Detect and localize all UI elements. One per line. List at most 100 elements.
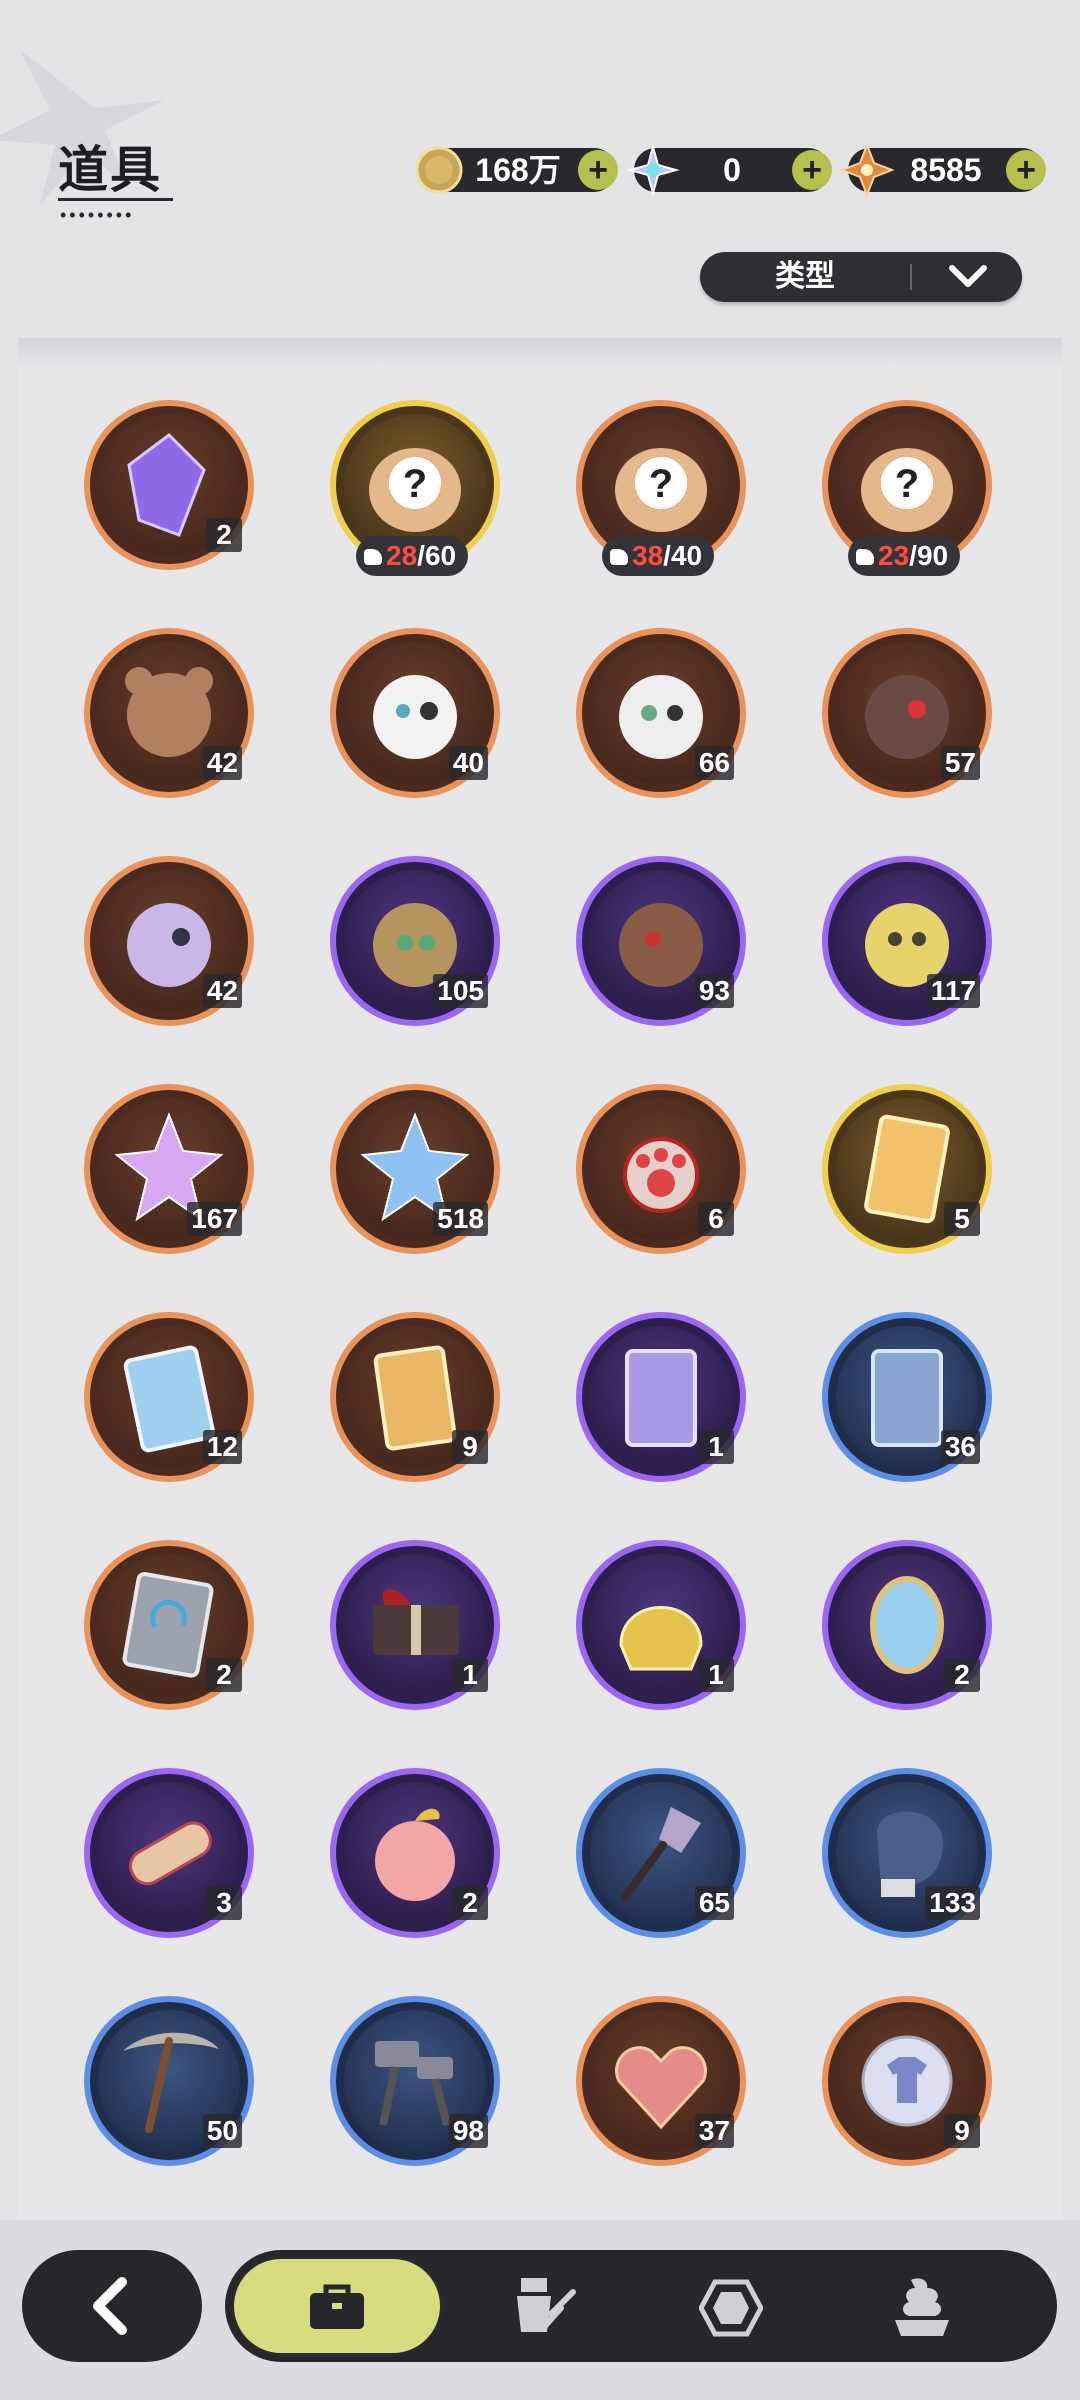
inventory-item[interactable]: 2 — [822, 1540, 992, 1710]
currency-crystal-value: 0 — [723, 152, 741, 188]
inventory-item[interactable]: 42 — [84, 628, 254, 798]
inventory-item[interactable]: 2 — [84, 400, 254, 570]
inventory-item[interactable]: 133 — [822, 1768, 992, 1938]
currency-stargem-value: 8585 — [910, 152, 982, 188]
dessert-icon — [895, 2278, 949, 2336]
bag-icon — [310, 2284, 364, 2329]
item-count: 50 — [202, 2114, 242, 2148]
fragment-have: 38 — [632, 540, 664, 571]
fragment-need: 90 — [909, 540, 948, 571]
fragment-have: 23 — [878, 540, 910, 571]
item-count: 6 — [698, 1202, 734, 1236]
panel-top-shade — [18, 338, 1062, 368]
filter-separator — [910, 264, 912, 290]
inventory-item[interactable]: 57 — [822, 628, 992, 798]
item-count: 9 — [452, 1430, 488, 1464]
inventory-item[interactable]: 9 — [822, 1996, 992, 2166]
add-gold-button[interactable]: + — [578, 150, 618, 190]
inventory-item[interactable]: 1 — [330, 1540, 500, 1710]
inventory-item[interactable]: 40 — [330, 628, 500, 798]
svg-text:?: ? — [649, 462, 673, 506]
tab-gem[interactable] — [655, 2256, 805, 2356]
star-gem-icon — [840, 143, 894, 197]
gold-coin-icon — [415, 146, 463, 194]
inventory-item[interactable]: 3 — [84, 1768, 254, 1938]
item-count: 133 — [925, 1886, 980, 1920]
inventory-panel: 2?2860?3840?2390424066574210593117167518… — [18, 338, 1062, 2218]
currency-stargem: 8585 + — [840, 143, 1046, 197]
inventory-item[interactable]: 93 — [576, 856, 746, 1026]
inventory-item[interactable]: 1 — [576, 1312, 746, 1482]
fragment-icon — [856, 549, 874, 565]
item-count: 93 — [694, 974, 734, 1008]
tab-bag[interactable] — [231, 2256, 443, 2356]
add-stargem-button[interactable]: + — [1006, 150, 1046, 190]
back-button[interactable] — [22, 2250, 202, 2362]
inventory-item[interactable]: 66 — [576, 628, 746, 798]
item-count: 2 — [944, 1658, 980, 1692]
fragment-progress: 2390 — [848, 536, 961, 576]
tab-dessert[interactable] — [845, 2256, 995, 2356]
inventory-item[interactable]: ? 2390 — [822, 400, 992, 576]
tab-outfit[interactable] — [465, 2256, 615, 2356]
inventory-item[interactable]: 167 — [84, 1084, 254, 1254]
item-count: 3 — [206, 1886, 242, 1920]
item-count: 57 — [940, 746, 980, 780]
svg-text:?: ? — [403, 462, 427, 506]
inventory-item[interactable]: 117 — [822, 856, 992, 1026]
inventory-item[interactable]: 518 — [330, 1084, 500, 1254]
fragment-have: 28 — [386, 540, 418, 571]
back-arrow-icon — [93, 2277, 127, 2335]
page-title: 道具 — [58, 142, 162, 198]
add-crystal-button[interactable]: + — [792, 150, 832, 190]
inventory-item[interactable]: 98 — [330, 1996, 500, 2166]
currency-crystal: 0 + — [626, 143, 832, 197]
inventory-item[interactable]: ? 3840 — [576, 400, 746, 576]
hexagon-gem-icon — [699, 2279, 763, 2337]
title-dots: •••••••• — [60, 205, 135, 225]
item-count: 66 — [694, 746, 734, 780]
mystery-plush-icon: ? — [615, 448, 707, 532]
crystal-flower-icon — [626, 143, 680, 197]
inventory-item[interactable]: 65 — [576, 1768, 746, 1938]
item-count: 40 — [448, 746, 488, 780]
inventory-item[interactable]: 9 — [330, 1312, 500, 1482]
chevron-down-icon — [949, 265, 987, 287]
item-count: 117 — [926, 974, 980, 1008]
fragment-icon — [610, 549, 628, 565]
item-count: 9 — [944, 2114, 980, 2148]
item-count: 36 — [940, 1430, 980, 1464]
item-count: 1 — [698, 1430, 734, 1464]
item-count: 2 — [206, 1658, 242, 1692]
item-count: 42 — [202, 746, 242, 780]
type-filter-dropdown[interactable]: 类型 — [700, 252, 1022, 302]
item-count: 65 — [694, 1886, 734, 1920]
inventory-item[interactable]: 2 — [330, 1768, 500, 1938]
inventory-item[interactable]: ? 2860 — [330, 400, 500, 576]
currency-gold: 168万 + — [415, 146, 618, 194]
mystery-plush-icon: ? — [861, 448, 953, 532]
item-count: 12 — [202, 1430, 242, 1464]
fragment-progress: 2860 — [356, 536, 469, 576]
inventory-item[interactable]: 42 — [84, 856, 254, 1026]
inventory-item[interactable]: 2 — [84, 1540, 254, 1710]
inventory-item[interactable]: 1 — [576, 1540, 746, 1710]
inventory-item[interactable]: 37 — [576, 1996, 746, 2166]
currency-gold-value: 168万 — [475, 152, 561, 188]
inventory-item[interactable]: 50 — [84, 1996, 254, 2166]
item-count: 42 — [202, 974, 242, 1008]
svg-text:?: ? — [895, 462, 919, 506]
inventory-item[interactable]: 6 — [576, 1084, 746, 1254]
inventory-item[interactable]: 36 — [822, 1312, 992, 1482]
filter-label: 类型 — [775, 260, 835, 293]
item-count: 518 — [433, 1202, 488, 1236]
item-count: 37 — [694, 2114, 734, 2148]
inventory-item[interactable]: 105 — [330, 856, 500, 1026]
item-count: 2 — [206, 518, 242, 552]
title-underline — [58, 198, 173, 201]
inventory-item[interactable]: 12 — [84, 1312, 254, 1482]
inventory-item[interactable]: 5 — [822, 1084, 992, 1254]
item-count: 105 — [433, 974, 488, 1008]
item-count: 98 — [448, 2114, 488, 2148]
mystery-plush-icon: ? — [369, 448, 461, 532]
